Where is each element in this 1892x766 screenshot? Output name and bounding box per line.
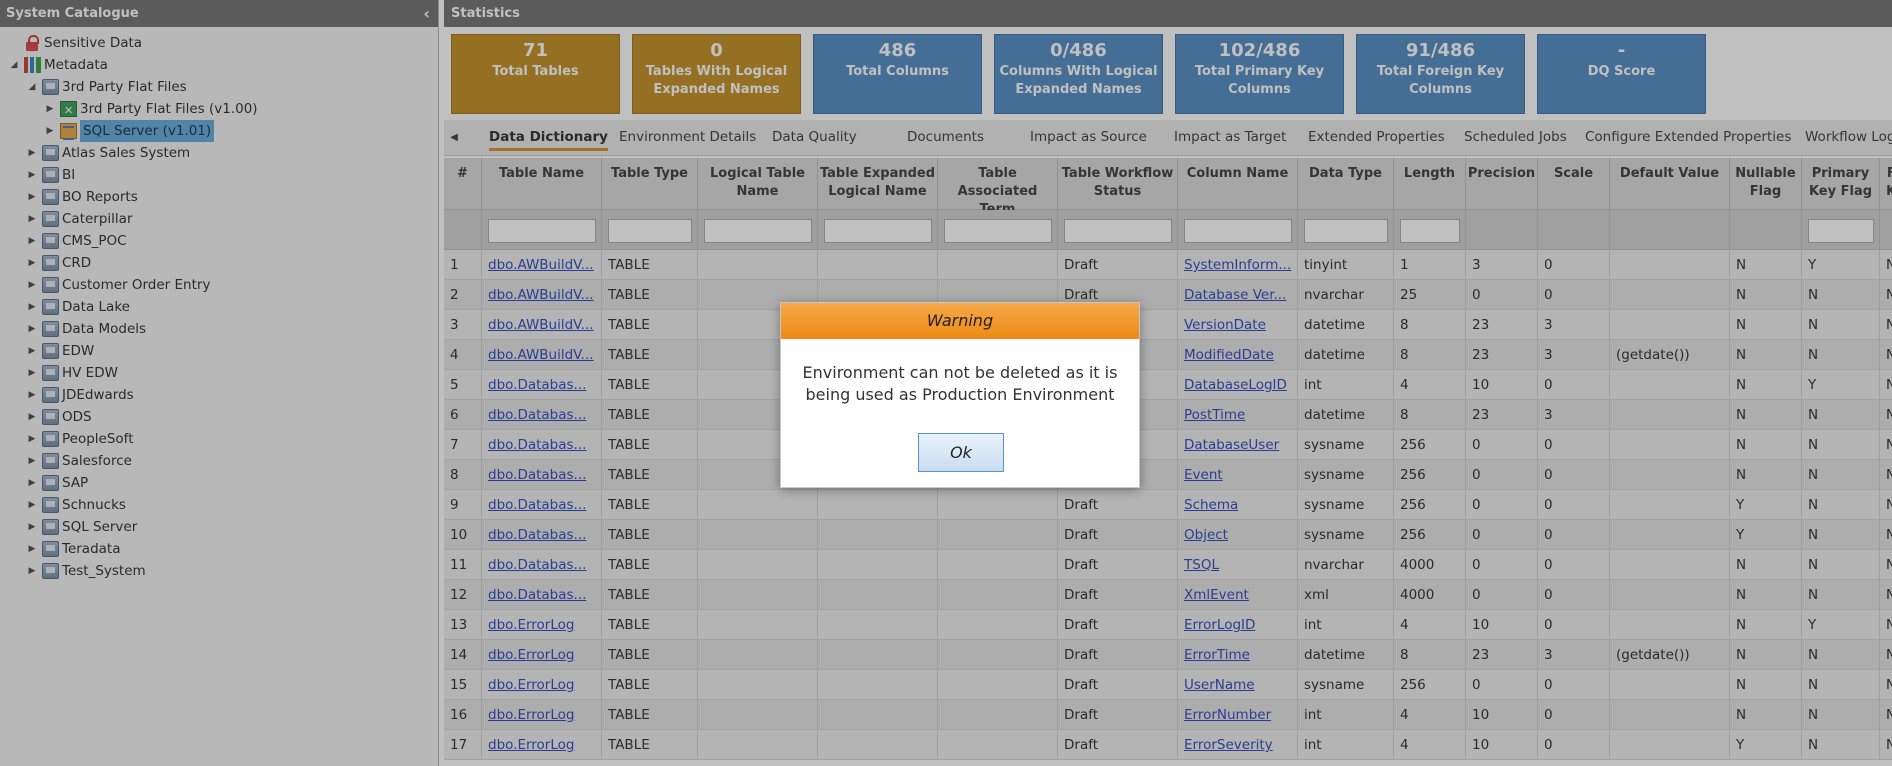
dialog-title: Warning <box>781 303 1139 339</box>
warning-dialog: Warning Environment can not be deleted a… <box>780 302 1140 488</box>
ok-button[interactable]: Ok <box>918 433 1004 472</box>
dialog-message: Environment can not be deleted as it is … <box>802 363 1118 404</box>
